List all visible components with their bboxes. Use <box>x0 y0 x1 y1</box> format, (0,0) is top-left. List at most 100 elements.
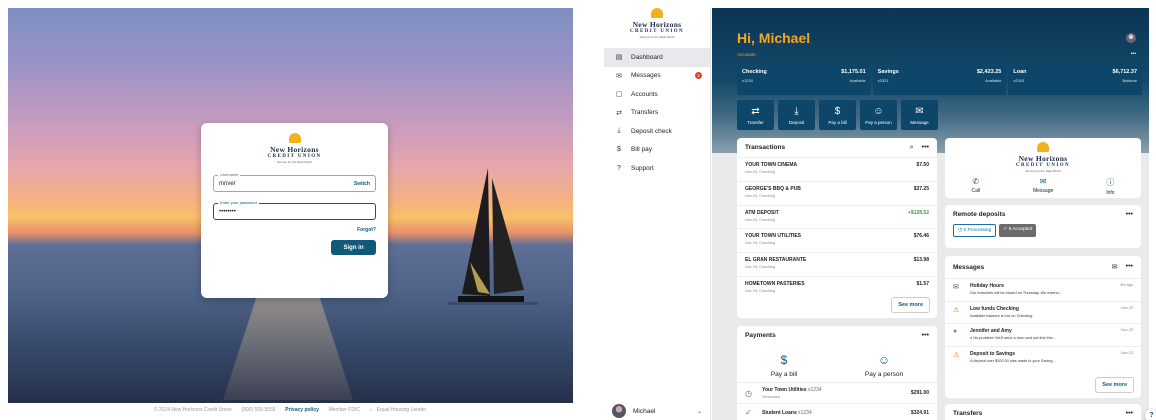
user-name: Michael <box>633 407 656 415</box>
username-field[interactable]: Username mriver Switch <box>213 172 376 192</box>
sun-logo-icon <box>288 133 301 143</box>
sidebar-item-support[interactable]: ? Support <box>604 159 710 178</box>
account-amount: $2,423.25 <box>976 69 1002 75</box>
deposit-button[interactable]: ⤓ Deposit <box>778 100 815 130</box>
action-label: Transfer <box>747 119 764 125</box>
account-number: x1234 <box>742 78 753 83</box>
transfer-button[interactable]: ⇄ Transfer <box>737 100 774 130</box>
password-field[interactable]: Enter your password •••••••• <box>213 200 376 220</box>
search-icon[interactable]: ⌕ <box>910 144 914 152</box>
message-date: Nov 25 <box>1120 305 1133 310</box>
fdic-text: Member FDIC <box>328 407 360 413</box>
table-row[interactable]: EL GRAN RESTAURANTE Nov 25, Checking $13.9… <box>737 252 937 276</box>
pay-person-link[interactable]: ☺ Pay a person <box>865 353 903 378</box>
table-row[interactable]: YOUR TOWN UTILITIES Nov 25, Checking $76.4… <box>737 228 937 252</box>
more-icon[interactable]: ••• <box>1126 263 1133 271</box>
avatar[interactable] <box>1126 33 1136 43</box>
account-number: x3321 <box>877 78 889 83</box>
pay-bill-link[interactable]: $ Pay a bill <box>771 353 797 378</box>
switch-user-link[interactable]: Switch <box>354 181 370 187</box>
sidebar: New Horizons CREDIT UNION Service for th… <box>604 8 711 420</box>
check-icon: ✓ <box>745 408 752 417</box>
help-icon: ? <box>617 164 621 172</box>
message-button[interactable]: ✉ Message <box>1033 177 1053 196</box>
list-item[interactable]: ● Jennifer and Amy ● No problem! We'll se… <box>945 323 1141 346</box>
tx-amount: $37.25 <box>913 185 929 192</box>
sidebar-item-label: Messages <box>631 72 661 80</box>
sidebar-item-dashboard[interactable]: ▤ Dashboard <box>604 48 710 67</box>
message-title: Deposit to Savings <box>970 350 1016 357</box>
bill-icon: $ <box>834 105 841 117</box>
action-label: Pay a person <box>865 119 892 125</box>
clock-icon: ◷ <box>745 388 752 398</box>
sidebar-item-bill-pay[interactable]: $ Bill pay <box>604 141 710 160</box>
account-tile-savings[interactable]: Savings $2,423.25 x3321 Available <box>872 65 1007 95</box>
list-item[interactable]: ⚠ Deposit to Savings A deposit over $200.… <box>945 345 1141 369</box>
sidebar-item-messages[interactable]: ✉ Messages 2 <box>604 67 710 86</box>
tx-amount: +$128.52 <box>908 209 929 216</box>
see-more-transactions-button[interactable]: See more <box>891 297 930 313</box>
sidebar-item-accounts[interactable]: ▢ Accounts <box>604 85 710 104</box>
message-button[interactable]: ✉ Message <box>901 100 938 130</box>
list-item[interactable]: ✉ Holiday Hours Our branches will be clos… <box>945 278 1141 301</box>
processing-label: 0 Processing <box>963 228 992 233</box>
user-menu[interactable]: Michael ⌄ <box>612 404 702 418</box>
account-tile-loan[interactable]: Loan $6,712.37 x2343 Balance <box>1008 65 1143 95</box>
pay-bill-button[interactable]: $ Pay a bill <box>819 100 856 130</box>
call-button[interactable]: ✆ Call <box>971 177 980 196</box>
accepted-chip[interactable]: ✓ 9 Accepted <box>999 224 1037 237</box>
account-amount: $1,175.01 <box>841 69 866 75</box>
transfer-icon: ⇄ <box>751 105 760 117</box>
username-value: mriver <box>219 180 236 187</box>
table-row[interactable]: GEORGE'S BBQ & PUB Nov 25, Checking $37.25 <box>737 180 937 205</box>
more-icon[interactable]: ••• <box>1126 410 1133 417</box>
processing-chip[interactable]: ◷ 0 Processing <box>953 224 997 237</box>
list-item[interactable]: ✓ Student Loans x1234 $324.91 <box>737 403 937 420</box>
transfers-card: Transfers ••• <box>945 404 1141 420</box>
message-title: Jennifer and Amy <box>970 328 1012 334</box>
sign-in-button[interactable]: Sign in <box>331 240 376 255</box>
list-item[interactable]: ⚠ Low funds Checking Available balance is… <box>945 300 1141 324</box>
accepted-label: 9 Accepted <box>1008 227 1033 232</box>
call-label: Call <box>971 188 981 194</box>
more-icon[interactable]: ••• <box>922 144 929 152</box>
account-status: Available <box>849 78 866 83</box>
sidebar-item-transfers[interactable]: ⇄ Transfers <box>604 104 710 123</box>
table-row[interactable]: YOUR TOWN CINEMA Nov 25, Checking $7.50 <box>737 157 937 181</box>
more-icon[interactable]: ••• <box>1126 211 1133 218</box>
person-icon: ☺ <box>873 105 884 117</box>
action-label: Pay a bill <box>828 119 847 125</box>
sidebar-item-deposit-check[interactable]: ⤓ Deposit check <box>604 122 710 141</box>
compose-message-icon[interactable]: ✉ <box>1112 263 1118 271</box>
help-button[interactable]: ? <box>1145 409 1156 420</box>
message-preview: No problem! We'll send a new card out fi… <box>973 336 1056 340</box>
pay-person-button[interactable]: ☺ Pay a person <box>860 100 897 130</box>
envelope-icon: ✉ <box>616 72 622 80</box>
sidebar-item-label: Dashboard <box>631 53 663 61</box>
contact-card: New Horizons CREDIT UNION Service for th… <box>945 138 1141 198</box>
tx-amount: $1.57 <box>916 280 929 287</box>
card-title: Messages <box>953 263 985 271</box>
logo-name: New Horizons <box>270 145 319 154</box>
message-date: 8m ago <box>1120 283 1133 287</box>
tx-name: GEORGE'S BBQ & PUB <box>745 185 801 192</box>
tx-date: Nov 25, Checking <box>745 193 775 198</box>
housing-icon: ⌂ <box>369 407 373 413</box>
account-tiles: Checking $1,175.01 x1234 Available Savings… <box>737 65 1143 95</box>
message-date: Nov 25 <box>1120 328 1133 332</box>
phone-text: (800) 555-5555 <box>241 407 276 413</box>
privacy-policy-link[interactable]: Privacy policy <box>285 407 319 413</box>
payee-account: x1234 <box>798 409 812 416</box>
account-tile-checking[interactable]: Checking $1,175.01 x1234 Available <box>737 65 871 95</box>
info-button[interactable]: ⓘ Info <box>1106 177 1114 196</box>
more-icon[interactable]: ••• <box>1131 51 1136 57</box>
list-item[interactable]: ◷ Your Town Utilities x1234 Scheduled $29… <box>737 382 937 403</box>
forgot-password-link[interactable]: Forgot? <box>213 227 376 233</box>
sidebar-item-label: Transfers <box>631 109 659 117</box>
more-icon[interactable]: ••• <box>922 332 929 339</box>
sidebar-item-label: Deposit check <box>631 127 672 135</box>
sidebar-item-label: Support <box>631 164 654 172</box>
greeting: Hi, Michael <box>737 30 811 46</box>
see-more-messages-button[interactable]: See more <box>1095 377 1134 393</box>
table-row[interactable]: ATM DEPOSIT Nov 25, Checking +$128.52 <box>737 204 937 229</box>
